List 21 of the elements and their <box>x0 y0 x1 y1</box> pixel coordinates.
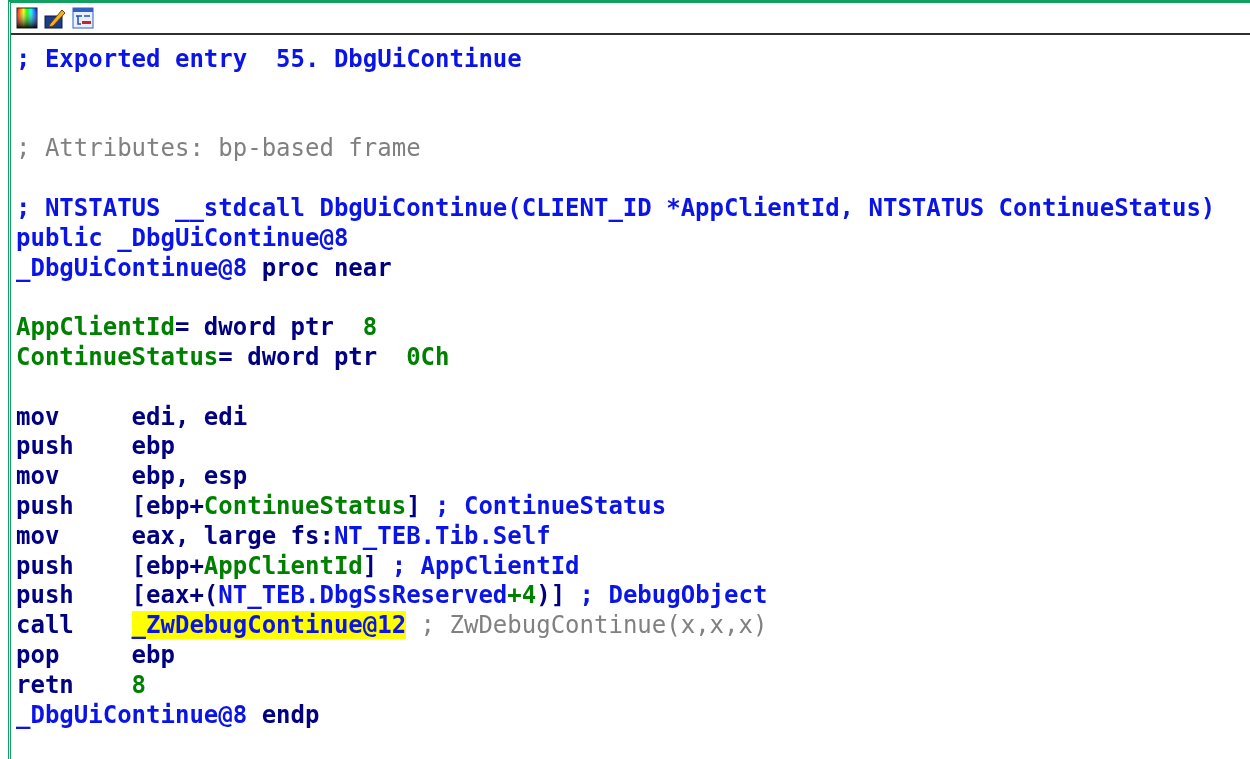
code-line: ContinueStatus= dword ptr 0Ch <box>16 342 450 373</box>
code-line: push [eax+(NT_TEB.DbgSsReserved+4)] ; DebugObject <box>16 581 768 612</box>
code-line: mov edi, edi <box>16 402 248 433</box>
code-line: AppClientId= dword ptr 8 <box>16 313 378 343</box>
code-line: mov ebp, esp <box>16 462 248 492</box>
code-line: _DbgUiContinue@8 proc near <box>16 253 392 284</box>
code-line: pop ebp <box>16 640 175 671</box>
toolbar-button[interactable] <box>15 6 39 30</box>
pencil-icon <box>44 7 66 29</box>
code-line: ; NTSTATUS __stdcall DbgUiContinue(CLIENT_ID *AppClientId, NTSTATUS ContinueStatus) <box>16 194 1216 224</box>
code-line: ; Exported entry 55. DbgUiContinue <box>16 45 522 75</box>
code-line: ; Attributes: bp-based frame <box>16 134 421 165</box>
code-line: retn 8 <box>16 670 147 701</box>
code-line: mov eax, large fs:NT_TEB.Tib.Self <box>16 521 551 552</box>
code-line: push [ebp+AppClientId] ; AppClientId <box>16 551 580 582</box>
code-line: public _DbgUiContinue@8 <box>16 223 349 254</box>
color-palette-icon <box>16 7 38 29</box>
code-line: _DbgUiContinue@8 endp <box>16 700 320 731</box>
code-line: push ebp <box>16 432 175 463</box>
graph-view-icon <box>72 7 94 29</box>
code-line: push [ebp+ContinueStatus] ; ContinueStatus <box>16 491 667 522</box>
